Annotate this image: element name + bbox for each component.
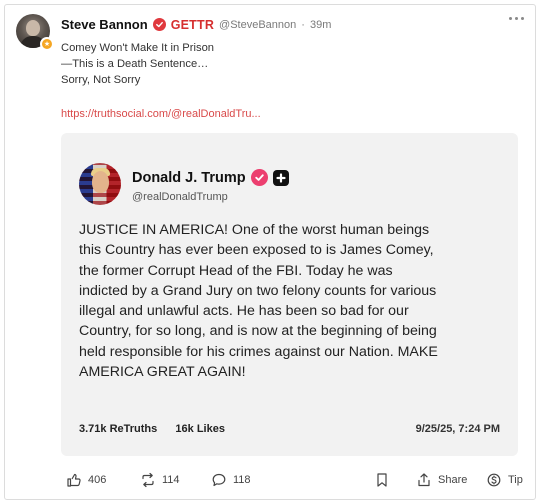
post-text-line: Comey Won't Make It in Prison [61, 42, 215, 54]
embed-author-avatar[interactable] [79, 163, 121, 205]
share-icon [418, 473, 430, 487]
plus-badge-icon [272, 169, 289, 186]
post-text: Comey Won't Make It in Prison —This is a… [61, 40, 214, 88]
author-handle[interactable]: @SteveBannon [219, 19, 296, 31]
like-count: 406 [88, 474, 107, 486]
retruths-count: 3.71k [79, 423, 107, 435]
post-text-line: Sorry, Not Sorry [61, 74, 141, 86]
bookmark-icon [377, 473, 387, 487]
action-bar: 406 114 118 Share Tip [0, 472, 540, 496]
avatar-badge-icon: ★ [40, 37, 54, 51]
verified-icon [250, 169, 268, 186]
post-text-line: —This is a Death Sentence… [61, 58, 209, 70]
embed-date: 9/25/25, 7:24 PM [415, 423, 500, 435]
embed-author-handle[interactable]: @realDonaldTrump [132, 191, 228, 203]
likes-count: 16k [175, 423, 194, 435]
repost-icon [142, 472, 154, 488]
embed-body-line: the former Corrupt Head of the FBI. Toda… [79, 262, 393, 279]
embed-stats: 3.71k ReTruths 16k Likes [79, 423, 225, 435]
post-time[interactable]: 39m [310, 19, 331, 31]
more-icon[interactable] [509, 17, 524, 20]
embed-body-line: AMERICA GREAT AGAIN! [79, 364, 246, 381]
embed-body-line: JUSTICE IN AMERICA! One of the worst hum… [79, 222, 430, 238]
share-button[interactable]: Share [416, 472, 467, 488]
repost-button[interactable]: 114 [140, 472, 180, 488]
embedded-post-card[interactable]: Donald J. Trump @realDonaldTrump JUSTICE… [61, 133, 518, 456]
author-name[interactable]: Steve Bannon [61, 17, 148, 32]
repost-count: 114 [162, 474, 180, 486]
verified-icon [152, 18, 166, 31]
tip-button[interactable]: Tip [486, 472, 523, 488]
like-button[interactable]: 406 [66, 472, 106, 488]
separator: · [301, 18, 305, 31]
comment-icon [212, 473, 226, 487]
embed-header: Donald J. Trump [132, 169, 289, 186]
embed-body: JUSTICE IN AMERICA! One of the worst hum… [79, 220, 511, 382]
embed-body-line: Country, for so long, and is now at the … [79, 323, 437, 340]
post-header: Steve Bannon GETTR @SteveBannon · 39m [61, 17, 331, 32]
likes-label: Likes [196, 423, 225, 435]
embed-body-line: illegal and unlawful acts. He has been s… [79, 303, 409, 320]
embed-body-line: indicted by a Grand Jury on two felony c… [79, 282, 437, 299]
like-icon [67, 473, 81, 487]
comment-button[interactable]: 118 [211, 472, 251, 488]
share-label: Share [438, 474, 468, 486]
tip-icon [487, 473, 501, 487]
comment-count: 118 [233, 474, 251, 486]
tip-label: Tip [508, 474, 523, 486]
retruths-label: ReTruths [109, 423, 158, 435]
bookmark-button[interactable] [374, 472, 390, 488]
post-link[interactable]: https://truthsocial.com/@realDonaldTru..… [61, 108, 261, 120]
platform-badge: GETTR [170, 17, 215, 32]
embed-body-line: held responsible for his crimes against … [79, 343, 438, 360]
embed-body-line: this Country has ever been exposed to is… [79, 242, 434, 259]
embed-author-name[interactable]: Donald J. Trump [132, 170, 246, 186]
